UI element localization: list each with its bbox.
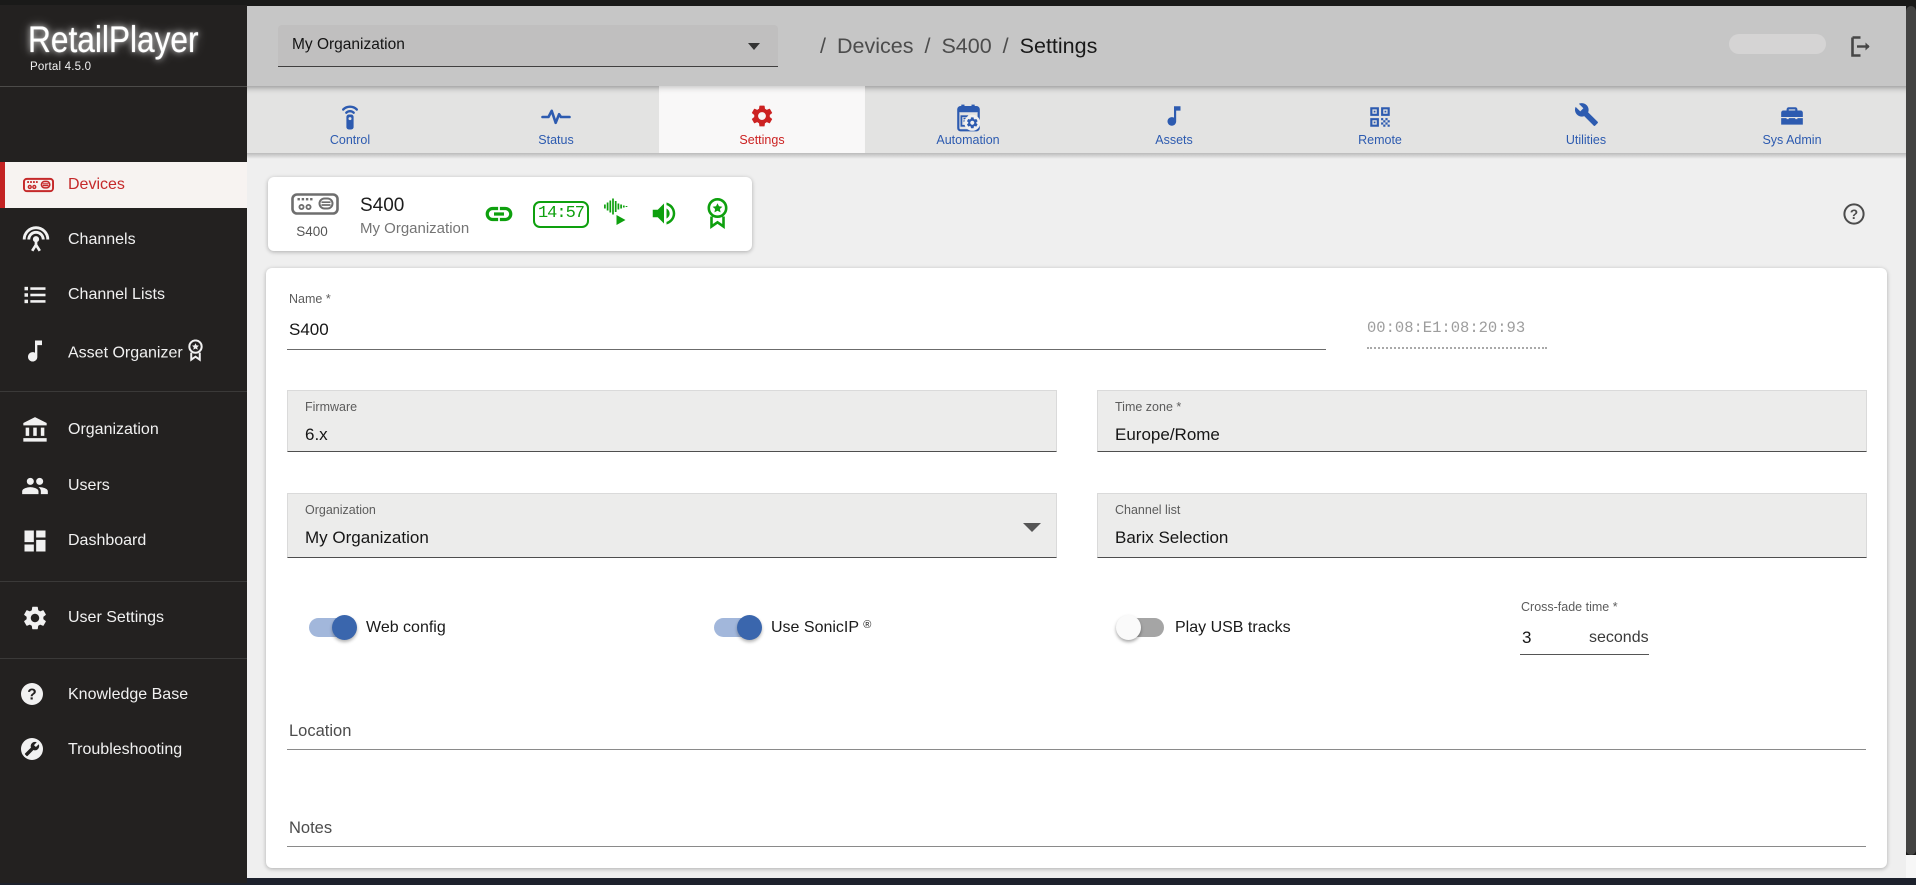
svg-text:?: ? [1850,207,1858,222]
svg-text:?: ? [27,687,36,704]
